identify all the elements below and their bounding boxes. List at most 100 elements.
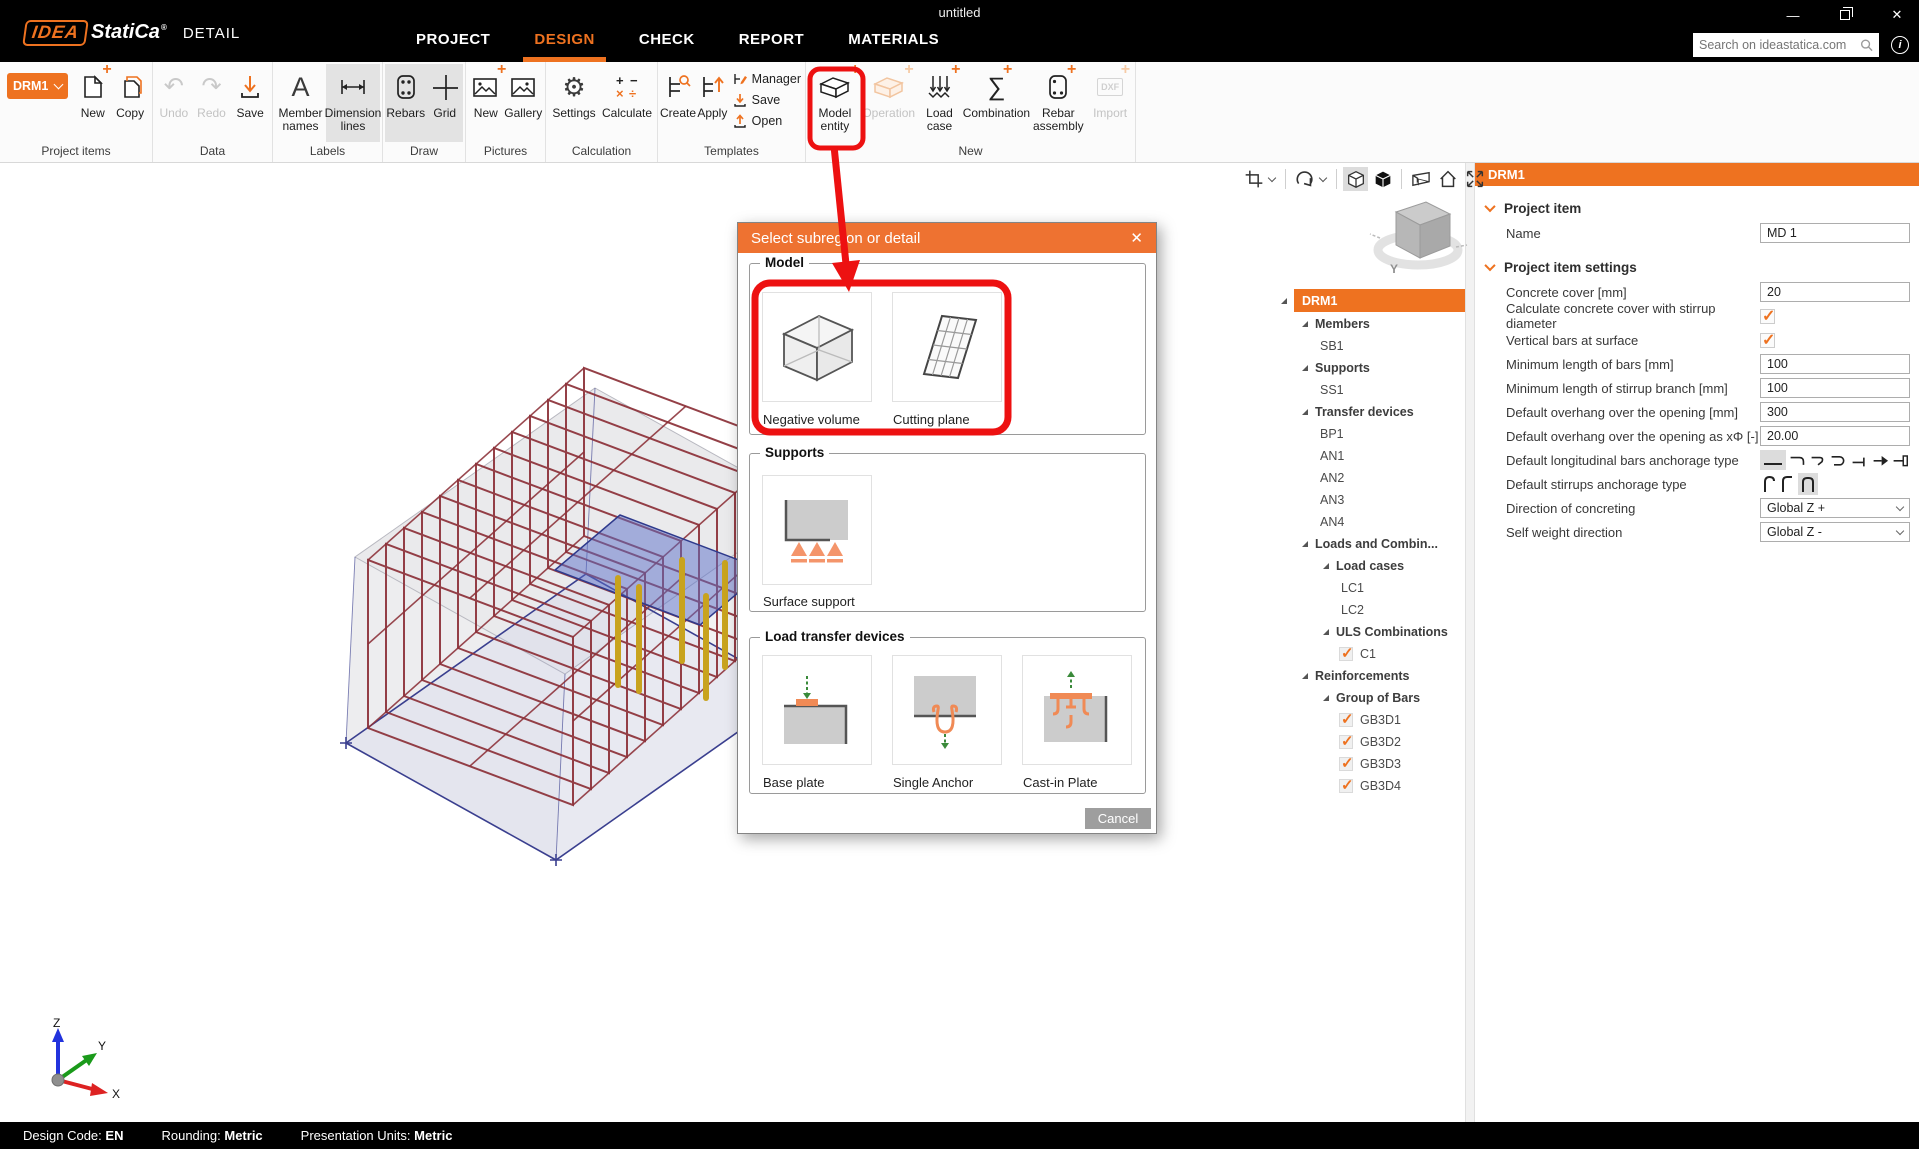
anchorage-head-icon[interactable] (1872, 451, 1890, 469)
tree-item-checked[interactable]: GB3D3 (1281, 753, 1465, 775)
undo-button[interactable]: ↶ Undo (155, 64, 193, 142)
cancel-button[interactable]: Cancel (1085, 808, 1151, 829)
save-button[interactable]: Save (230, 64, 270, 142)
expander-icon[interactable] (1302, 541, 1308, 547)
tree-item[interactable]: AN2 (1281, 467, 1465, 489)
tree-item[interactable]: LC2 (1281, 599, 1465, 621)
member-names-button[interactable]: A Member names (275, 64, 326, 142)
tab-check[interactable]: CHECK (637, 29, 697, 54)
info-icon[interactable]: i (1891, 36, 1909, 54)
tree-item[interactable]: BP1 (1281, 423, 1465, 445)
min-length-stirrup-input[interactable] (1760, 378, 1910, 398)
template-save-button[interactable]: Save (733, 91, 801, 108)
base-plate-option[interactable] (762, 655, 872, 765)
expander-icon[interactable] (1302, 673, 1308, 679)
expander-icon[interactable] (1302, 321, 1308, 327)
stirrup-hook-icon[interactable] (1760, 474, 1776, 494)
template-manager-button[interactable]: Manager (733, 70, 801, 87)
tree-group-reinforcements[interactable]: Reinforcements (1281, 665, 1465, 687)
overhang-mm-input[interactable] (1760, 402, 1910, 422)
minimize-button[interactable]: — (1779, 4, 1807, 26)
expander-icon[interactable] (1323, 563, 1329, 569)
wireframe-view-button[interactable] (1343, 167, 1368, 191)
redo-button[interactable]: ↷ Redo (193, 64, 231, 142)
section-project-item-settings[interactable]: Project item settings (1475, 254, 1919, 280)
home-view-button[interactable] (1435, 167, 1460, 191)
tree-group-members[interactable]: Members (1281, 313, 1465, 335)
chevron-down-icon[interactable] (1319, 174, 1327, 182)
perspective-button[interactable] (1408, 167, 1433, 191)
template-open-button[interactable]: Open (733, 112, 801, 129)
dxf-import-button[interactable]: DXF+ Import (1087, 64, 1133, 142)
tree-item[interactable]: AN4 (1281, 511, 1465, 533)
new-project-item-button[interactable]: + New (75, 64, 110, 142)
copy-project-item-button[interactable]: Copy (110, 64, 150, 142)
orbit-button[interactable] (1292, 167, 1317, 191)
checkbox-checked-icon[interactable] (1760, 309, 1775, 324)
concreting-direction-select[interactable]: Global Z + (1760, 498, 1910, 518)
single-anchor-option[interactable] (892, 655, 1002, 765)
checkbox-checked-icon[interactable] (1339, 735, 1353, 749)
settings-button[interactable]: ⚙ Settings (548, 64, 600, 142)
load-case-button[interactable]: + Load case (916, 64, 964, 142)
checkbox-checked-icon[interactable] (1339, 647, 1353, 661)
anchorage-tee-icon[interactable] (1851, 451, 1869, 469)
tree-item-checked[interactable]: GB3D2 (1281, 731, 1465, 753)
tree-group-supports[interactable]: Supports (1281, 357, 1465, 379)
maximize-button[interactable] (1831, 4, 1859, 26)
combination-button[interactable]: ∑+ Combination (963, 64, 1029, 142)
tree-group-group-of-bars[interactable]: Group of Bars (1281, 687, 1465, 709)
checkbox-checked-icon[interactable] (1760, 333, 1775, 348)
checkbox-checked-icon[interactable] (1339, 779, 1353, 793)
panel-splitter[interactable] (1465, 163, 1475, 1122)
new-picture-button[interactable]: + New (468, 64, 504, 142)
template-create-button[interactable]: Create (660, 64, 696, 142)
rebar-assembly-button[interactable]: + Rebar assembly (1029, 64, 1087, 142)
tree-item[interactable]: AN3 (1281, 489, 1465, 511)
anchorage-straight-icon[interactable] (1760, 450, 1786, 470)
stirrup-closed-icon[interactable] (1798, 473, 1818, 495)
min-length-bars-input[interactable] (1760, 354, 1910, 374)
stirrup-bend-icon[interactable] (1779, 474, 1795, 494)
anchorage-hook90-icon[interactable] (1789, 451, 1807, 469)
expander-icon[interactable] (1302, 365, 1308, 371)
model-entity-button[interactable]: + Model entity (808, 64, 862, 142)
tree-item[interactable]: AN1 (1281, 445, 1465, 467)
negative-volume-option[interactable] (762, 292, 872, 402)
surface-support-option[interactable] (762, 475, 872, 585)
tree-item-drm1[interactable]: DRM1 (1281, 288, 1465, 313)
tree-group-loads[interactable]: Loads and Combin... (1281, 533, 1465, 555)
expander-icon[interactable] (1281, 298, 1287, 304)
tree-item[interactable]: LC1 (1281, 577, 1465, 599)
project-item-selector[interactable]: DRM1 (7, 73, 68, 99)
view-cube[interactable]: Y (1368, 190, 1468, 285)
tree-item-checked[interactable]: GB3D1 (1281, 709, 1465, 731)
overhang-xphi-input[interactable] (1760, 426, 1910, 446)
gallery-button[interactable]: Gallery (504, 64, 543, 142)
tree-item-checked[interactable]: C1 (1281, 643, 1465, 665)
tab-materials[interactable]: MATERIALS (846, 29, 941, 54)
dialog-close-button[interactable]: ✕ (1130, 229, 1143, 247)
crop-view-button[interactable] (1241, 167, 1266, 191)
checkbox-checked-icon[interactable] (1339, 713, 1353, 727)
expander-icon[interactable] (1323, 629, 1329, 635)
viewport-3d[interactable]: Z Y X (0, 163, 1469, 1122)
section-project-item[interactable]: Project item (1475, 195, 1919, 221)
name-input[interactable] (1760, 223, 1910, 243)
checkbox-checked-icon[interactable] (1339, 757, 1353, 771)
concrete-cover-input[interactable] (1760, 282, 1910, 302)
operation-button[interactable]: + Operation (862, 64, 916, 142)
expander-icon[interactable] (1323, 695, 1329, 701)
search-input[interactable] (1699, 38, 1860, 52)
tree-item-checked[interactable]: GB3D4 (1281, 775, 1465, 797)
chevron-down-icon[interactable] (1268, 174, 1276, 182)
cutting-plane-option[interactable] (892, 292, 1002, 402)
tab-report[interactable]: REPORT (737, 29, 807, 54)
self-weight-direction-select[interactable]: Global Z - (1760, 522, 1910, 542)
close-button[interactable]: ✕ (1883, 4, 1911, 26)
anchorage-hook180-icon[interactable] (1830, 451, 1848, 469)
rebars-toggle-button[interactable]: Rebars (385, 64, 426, 142)
dimension-lines-button[interactable]: Dimension lines (326, 64, 380, 142)
tab-design[interactable]: DESIGN (532, 29, 597, 54)
tree-group-transfer-devices[interactable]: Transfer devices (1281, 401, 1465, 423)
